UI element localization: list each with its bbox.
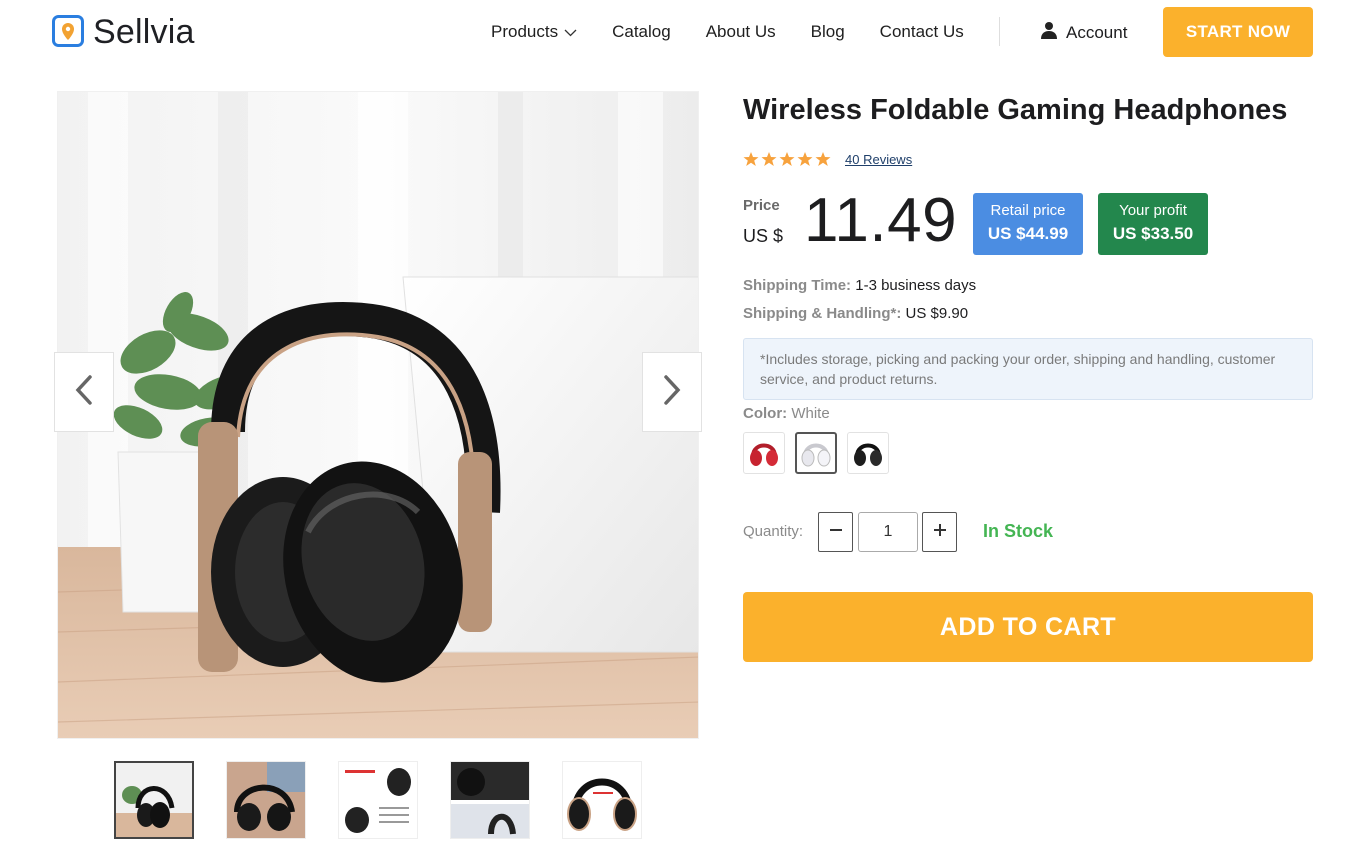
- nav-divider: [999, 17, 1000, 46]
- price-currency: US $: [743, 226, 784, 246]
- account-link[interactable]: Account: [1040, 21, 1127, 45]
- retail-price-label: Retail price: [990, 202, 1066, 219]
- shipping-handling: Shipping & Handling*: US $9.90: [743, 304, 968, 324]
- chevron-down-icon: [564, 21, 577, 43]
- nav-contact-us[interactable]: Contact Us: [880, 21, 964, 43]
- nav-blog[interactable]: Blog: [811, 21, 845, 43]
- nav-catalog[interactable]: Catalog: [612, 21, 671, 43]
- gallery-thumbnails: [114, 761, 674, 839]
- shipping-note: *Includes storage, picking and packing y…: [743, 338, 1313, 400]
- price-value: 11.49: [804, 186, 958, 255]
- color-value: White: [791, 405, 830, 422]
- color-swatches: [743, 432, 899, 474]
- product-title: Wireless Foldable Gaming Headphones: [743, 94, 1288, 126]
- shipping-time-label: Shipping Time:: [743, 277, 852, 294]
- location-pin-icon: [52, 15, 84, 49]
- chevron-left-icon: [74, 374, 94, 411]
- user-icon: [1040, 21, 1058, 45]
- quantity-input[interactable]: [858, 512, 918, 552]
- shipping-time: Shipping Time: 1-3 business days: [743, 276, 976, 296]
- quantity-increase-button[interactable]: [922, 512, 957, 552]
- brand-name: Sellvia: [93, 13, 195, 51]
- site-header: Sellvia Products Catalog About Us Blog C…: [0, 0, 1355, 64]
- nav-products-label: Products: [491, 22, 559, 41]
- add-to-cart-button[interactable]: ADD TO CART: [743, 592, 1313, 662]
- profit-badge: Your profit US $33.50: [1098, 193, 1208, 255]
- gallery-thumbnail[interactable]: [450, 761, 530, 839]
- retail-price-value: US $44.99: [987, 224, 1069, 243]
- product-main-image: [57, 91, 699, 739]
- quantity-label: Quantity:: [743, 523, 804, 540]
- color-label: Color:: [743, 405, 788, 422]
- color-swatch-black[interactable]: [847, 432, 889, 474]
- shipping-handling-value: US $9.90: [905, 305, 969, 322]
- minus-icon: [829, 523, 843, 542]
- gallery-thumbnail[interactable]: [562, 761, 642, 839]
- profit-label: Your profit: [1119, 202, 1187, 219]
- profit-value: US $33.50: [1112, 224, 1194, 243]
- reviews-link[interactable]: 40 Reviews: [845, 152, 912, 167]
- shipping-handling-label: Shipping & Handling*:: [743, 305, 902, 322]
- account-label: Account: [1066, 23, 1128, 42]
- gallery-thumbnail[interactable]: [226, 761, 306, 839]
- gallery-next-button[interactable]: [642, 352, 702, 432]
- quantity-decrease-button[interactable]: [818, 512, 853, 552]
- stock-status: In Stock: [983, 521, 1054, 541]
- gallery-thumbnail[interactable]: [338, 761, 418, 839]
- logo[interactable]: Sellvia: [52, 13, 195, 51]
- color-swatch-red[interactable]: [743, 432, 785, 474]
- gallery-thumbnail[interactable]: [114, 761, 194, 839]
- color-swatch-white[interactable]: [795, 432, 837, 474]
- gallery-prev-button[interactable]: [54, 352, 114, 432]
- start-now-button[interactable]: START NOW: [1163, 7, 1313, 57]
- shipping-time-value: 1-3 business days: [855, 277, 977, 294]
- color-selector-label: Color: White: [743, 405, 830, 422]
- plus-icon: [933, 523, 947, 542]
- retail-price-badge: Retail price US $44.99: [973, 193, 1083, 255]
- product-rating: 40 Reviews: [743, 151, 912, 167]
- rating-stars: [743, 151, 833, 167]
- nav-about-us[interactable]: About Us: [706, 21, 776, 43]
- star-icon: [743, 152, 831, 166]
- main-nav: Products Catalog About Us Blog Contact U…: [491, 21, 999, 43]
- nav-products[interactable]: Products: [491, 21, 577, 43]
- price-label: Price: [743, 197, 780, 214]
- chevron-right-icon: [662, 374, 682, 411]
